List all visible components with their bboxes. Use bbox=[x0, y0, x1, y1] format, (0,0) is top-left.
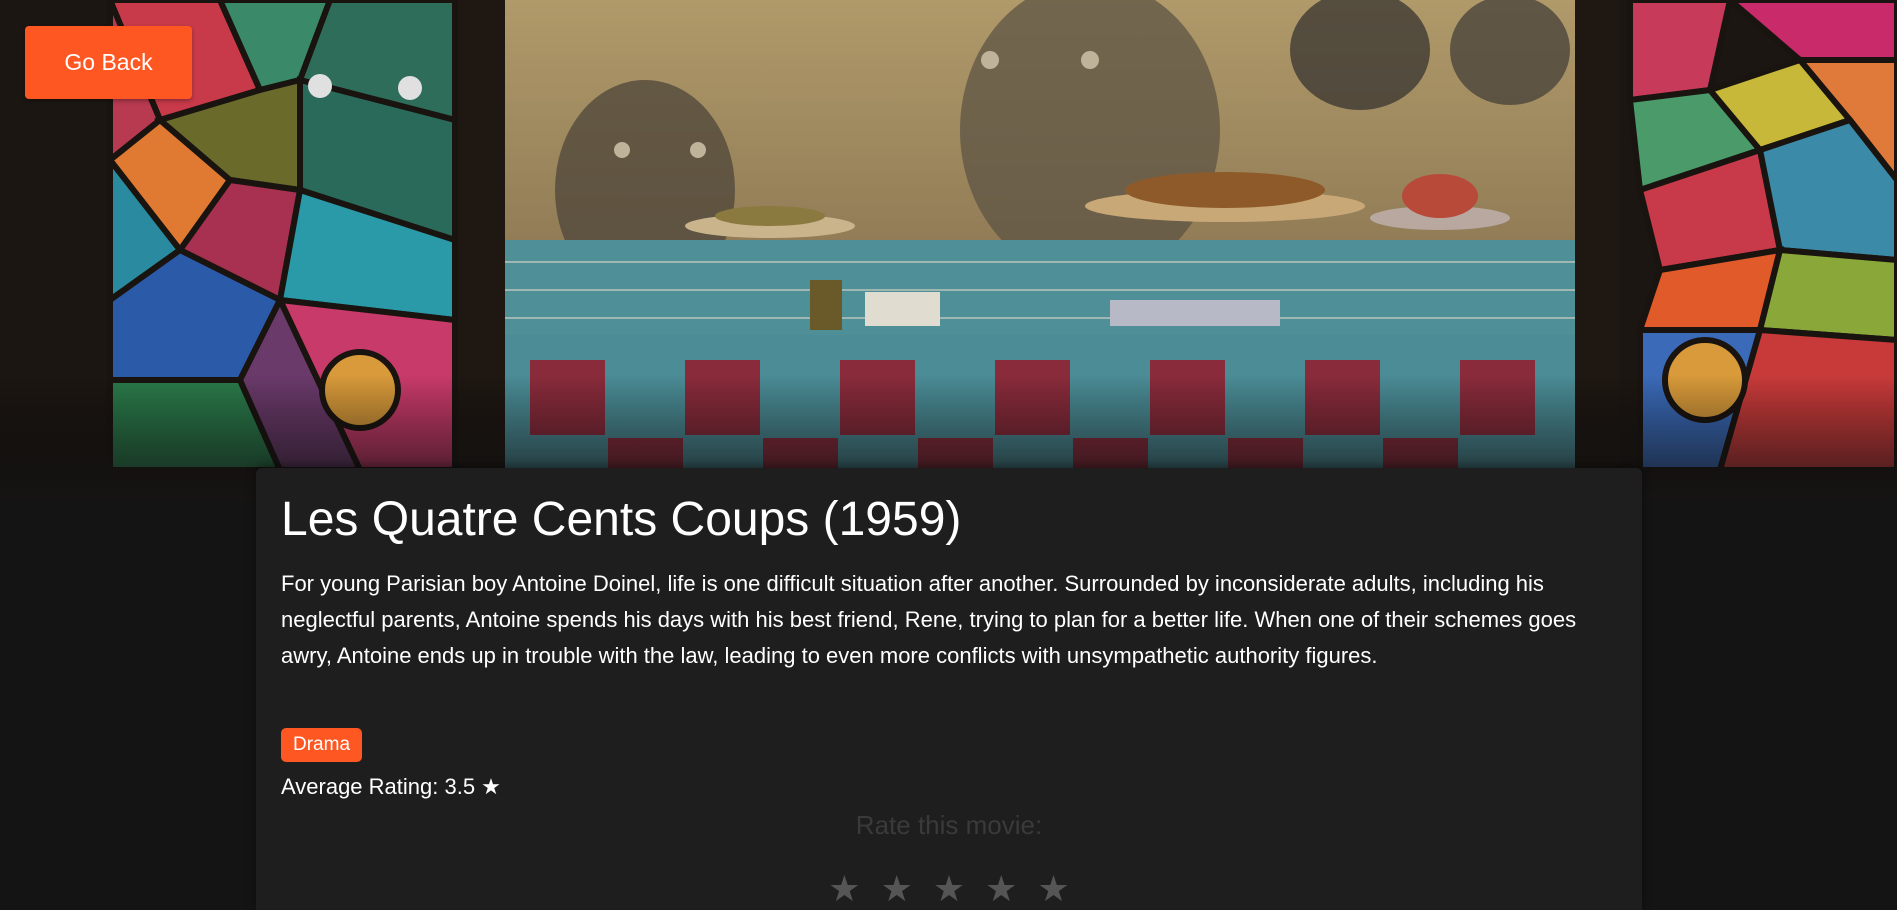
genre-badge: Drama bbox=[281, 728, 363, 762]
go-back-button[interactable]: Go Back bbox=[25, 26, 192, 99]
star-icon[interactable]: ★ bbox=[985, 872, 1017, 908]
movie-detail-card: Les Quatre Cents Coups (1959) For young … bbox=[256, 468, 1642, 910]
star-icon[interactable]: ★ bbox=[881, 872, 913, 908]
hero-backdrop-image bbox=[0, 0, 1897, 500]
star-icon[interactable]: ★ bbox=[933, 872, 965, 908]
movie-title: Les Quatre Cents Coups (1959) bbox=[281, 493, 962, 546]
star-icon[interactable]: ★ bbox=[1037, 872, 1069, 908]
movie-description: For young Parisian boy Antoine Doinel, l… bbox=[281, 571, 1577, 668]
rate-movie-label: Rate this movie: bbox=[855, 810, 1043, 840]
star-icon[interactable]: ★ bbox=[828, 872, 860, 908]
rating-stars: ★ ★ ★ ★ ★ bbox=[256, 872, 1642, 908]
average-rating: Average Rating: 3.5 ★ bbox=[281, 774, 501, 799]
movie-detail-page: Go Back Les Quatre Cents Coups (1959) Fo… bbox=[0, 0, 1897, 910]
